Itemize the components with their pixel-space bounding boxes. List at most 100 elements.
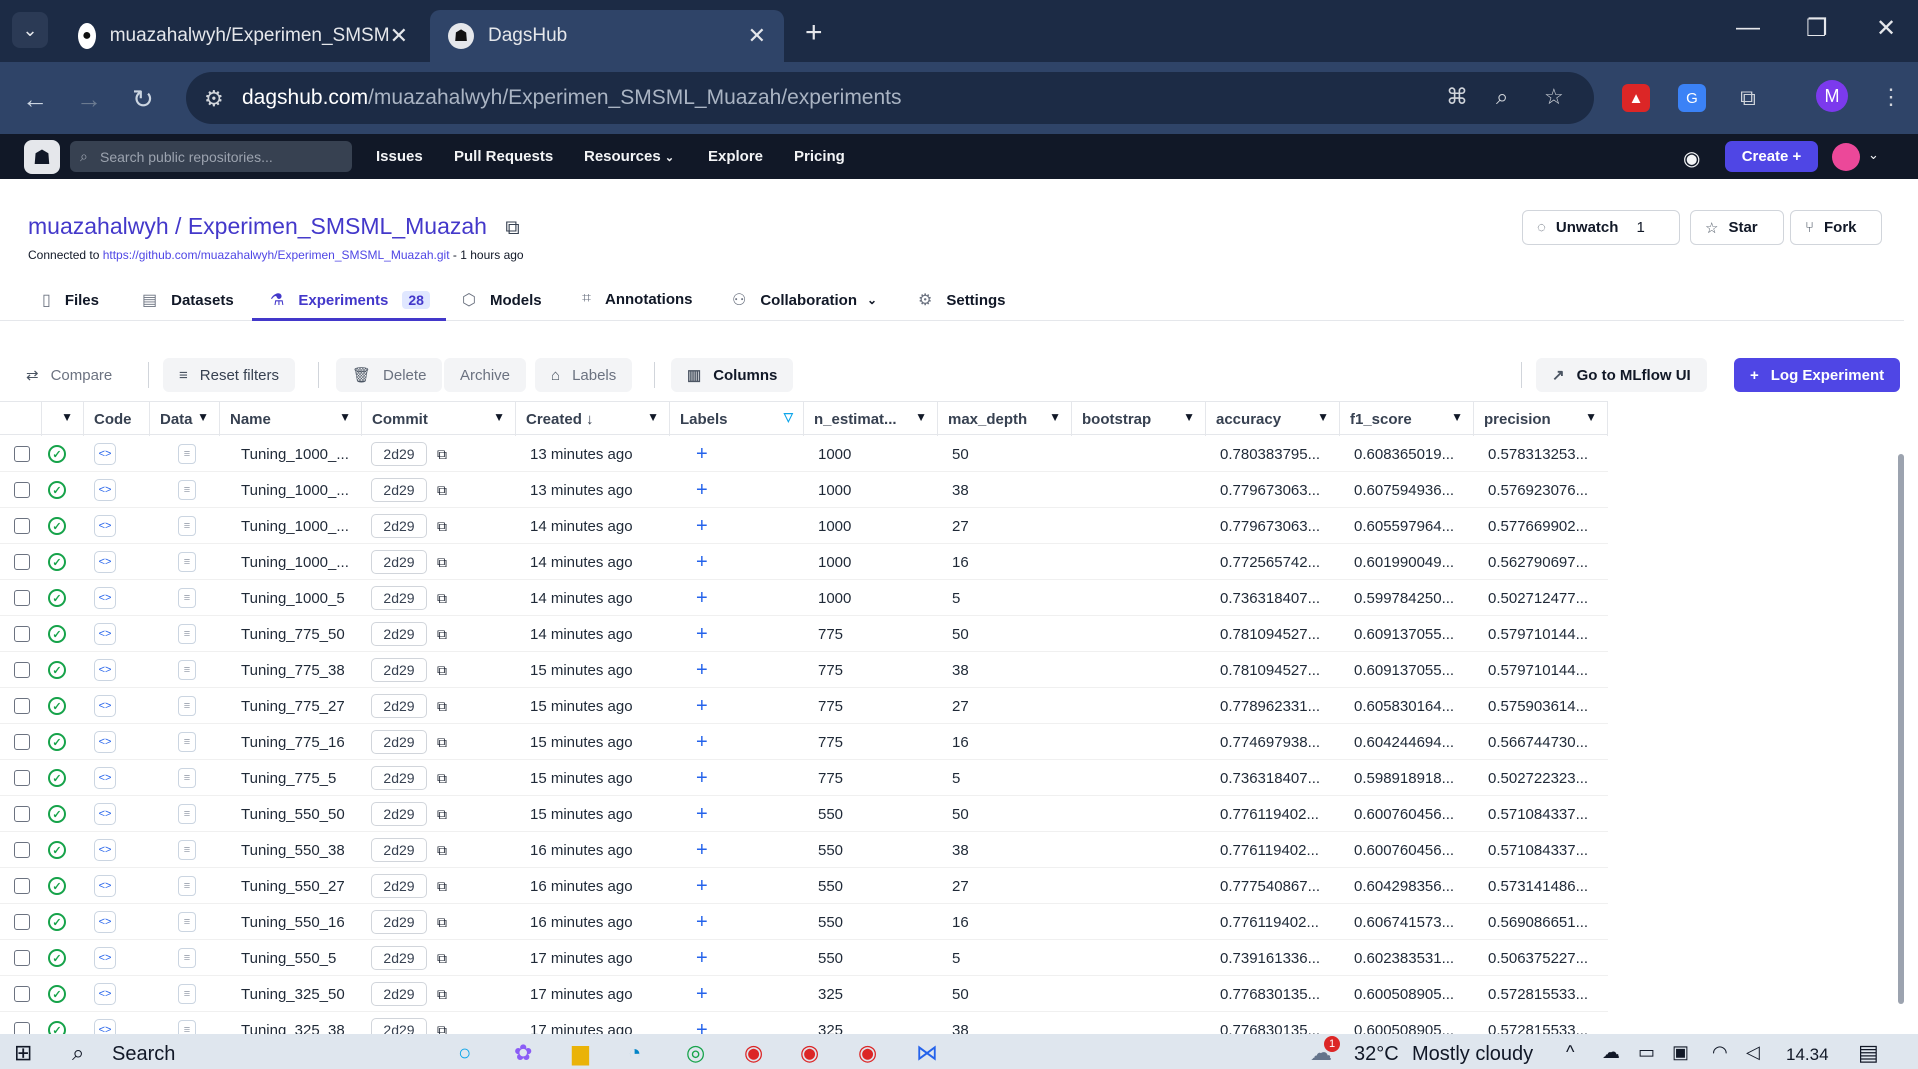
checkbox[interactable] [14, 806, 30, 822]
row-add-label[interactable]: + [696, 904, 708, 940]
table-row[interactable]: ✓ <> ≡ Tuning_775_5 2d29 ⧉ 15 minutes ago +775 5… [0, 760, 1608, 796]
database-icon[interactable]: ≡ [178, 948, 196, 968]
row-code[interactable]: <> [94, 436, 116, 472]
table-row[interactable]: ✓ <> ≡ Tuning_775_16 2d29 ⧉ 15 minutes ago +775… [0, 724, 1608, 760]
row-add-label[interactable]: + [696, 508, 708, 544]
row-code[interactable]: <> [94, 580, 116, 616]
chrome-icon[interactable]: ◉ [744, 1040, 763, 1066]
filter-icon[interactable]: ▼ [197, 410, 209, 424]
row-add-label[interactable]: + [696, 436, 708, 472]
row-name[interactable]: Tuning_1000_... [241, 436, 349, 472]
row-commit[interactable]: 2d29 ⧉ [371, 580, 447, 616]
row-code[interactable]: <> [94, 616, 116, 652]
row-data[interactable]: ≡ [178, 616, 196, 652]
plus-icon[interactable]: + [696, 839, 708, 862]
row-commit[interactable]: 2d29 ⧉ [371, 832, 447, 868]
header-bootstrap[interactable]: bootstrap ▼ [1072, 402, 1206, 436]
row-name[interactable]: Tuning_775_27 [241, 688, 345, 724]
filter-icon[interactable]: ▼ [647, 410, 659, 424]
row-commit[interactable]: 2d29 ⧉ [371, 760, 447, 796]
row-name[interactable]: Tuning_550_16 [241, 904, 345, 940]
commit-badge[interactable]: 2d29 [371, 766, 427, 790]
copy-icon[interactable]: ⧉ [437, 698, 447, 715]
tab-collaboration[interactable]: ⚇ Collaboration ⌄ [732, 290, 877, 310]
row-data[interactable]: ≡ [178, 652, 196, 688]
browser-tab-github[interactable]: ● muazahalwyh/Experimen_SMSM ✕ [60, 10, 426, 62]
restore-icon[interactable]: ❐ [1806, 14, 1828, 43]
windows-start-icon[interactable]: ⊞ [14, 1040, 32, 1066]
copy-icon[interactable]: ⧉ [437, 878, 447, 895]
row-code[interactable]: <> [94, 724, 116, 760]
nav-explore[interactable]: Explore [708, 148, 763, 165]
plus-icon[interactable]: + [696, 875, 708, 898]
unwatch-button[interactable]: ◌ Unwatch 1 [1522, 210, 1680, 245]
log-experiment-button[interactable]: + Log Experiment [1734, 358, 1901, 392]
chevron-up-icon[interactable]: ^ [1566, 1042, 1574, 1063]
tab-annotations[interactable]: ⌗ Annotations [582, 290, 693, 308]
copy-icon[interactable]: ⧉ [437, 806, 447, 823]
row-data[interactable]: ≡ [178, 760, 196, 796]
labels-button[interactable]: ⌂ Labels [535, 358, 633, 392]
row-code[interactable]: <> [94, 652, 116, 688]
code-icon[interactable]: <> [94, 767, 116, 789]
row-commit[interactable]: 2d29 ⧉ [371, 652, 447, 688]
commit-badge[interactable]: 2d29 [371, 586, 427, 610]
row-code[interactable]: <> [94, 904, 116, 940]
weather-description[interactable]: Mostly cloudy [1412, 1043, 1533, 1066]
browser-tab-dagshub[interactable]: ☗ DagsHub ✕ [430, 10, 784, 62]
checkbox[interactable] [14, 698, 30, 714]
row-code[interactable]: <> [94, 544, 116, 580]
row-commit[interactable]: 2d29 ⧉ [371, 976, 447, 1012]
copy-icon[interactable]: ⧉ [437, 554, 447, 571]
filter-icon[interactable]: ▽ [784, 410, 793, 424]
header-status[interactable]: ▼ [42, 402, 84, 436]
table-row[interactable]: ✓ <> ≡ Tuning_325_50 2d29 ⧉ 17 minutes ago +325… [0, 976, 1608, 1012]
row-code[interactable]: <> [94, 940, 116, 976]
checkbox[interactable] [14, 662, 30, 678]
table-row[interactable]: ✓ <> ≡ Tuning_550_27 2d29 ⧉ 16 minutes ago +550… [0, 868, 1608, 904]
table-row[interactable]: ✓ <> ≡ Tuning_775_50 2d29 ⧉ 14 minutes ago +775… [0, 616, 1608, 652]
checkbox[interactable] [14, 626, 30, 642]
volume-icon[interactable]: ◁ [1746, 1042, 1760, 1063]
row-add-label[interactable]: + [696, 868, 708, 904]
header-max-depth[interactable]: max_depth ▼ [938, 402, 1072, 436]
row-code[interactable]: <> [94, 472, 116, 508]
code-icon[interactable]: <> [94, 911, 116, 933]
commit-badge[interactable]: 2d29 [371, 478, 427, 502]
window-close-icon[interactable]: ✕ [1876, 14, 1896, 43]
code-icon[interactable]: <> [94, 839, 116, 861]
code-icon[interactable]: <> [94, 983, 116, 1005]
table-row[interactable]: ✓ <> ≡ Tuning_1000_... 2d29 ⧉ 13 minutes ago +1… [0, 436, 1608, 472]
database-icon[interactable]: ≡ [178, 876, 196, 896]
row-data[interactable]: ≡ [178, 796, 196, 832]
row-code[interactable]: <> [94, 796, 116, 832]
row-name[interactable]: Tuning_775_5 [241, 760, 336, 796]
filter-icon[interactable]: ▼ [1585, 410, 1597, 424]
database-icon[interactable]: ≡ [178, 444, 196, 464]
delete-button[interactable]: 🗑 Delete [336, 358, 443, 392]
row-name[interactable]: Tuning_1000_... [241, 544, 349, 580]
taskbar-search-label[interactable]: Search [112, 1043, 175, 1066]
code-icon[interactable]: <> [94, 443, 116, 465]
commit-badge[interactable]: 2d29 [371, 622, 427, 646]
database-icon[interactable]: ≡ [178, 660, 196, 680]
row-name[interactable]: Tuning_1000_5 [241, 580, 345, 616]
checkbox[interactable] [14, 950, 30, 966]
row-commit[interactable]: 2d29 ⧉ [371, 904, 447, 940]
reset-filters-button[interactable]: ≡ Reset filters [163, 358, 295, 392]
nav-issues[interactable]: Issues [376, 148, 423, 165]
code-icon[interactable]: <> [94, 479, 116, 501]
row-commit[interactable]: 2d29 ⧉ [371, 616, 447, 652]
copy-icon[interactable]: ⧉ [437, 626, 447, 643]
notifications-icon[interactable]: ▤ [1858, 1040, 1879, 1066]
nav-pricing[interactable]: Pricing [794, 148, 845, 165]
commit-badge[interactable]: 2d29 [371, 514, 427, 538]
commit-badge[interactable]: 2d29 [371, 802, 427, 826]
row-commit[interactable]: 2d29 ⧉ [371, 508, 447, 544]
reload-icon[interactable]: ↻ [132, 84, 154, 115]
row-code[interactable]: <> [94, 508, 116, 544]
row-data[interactable]: ≡ [178, 724, 196, 760]
weather-temperature[interactable]: 32°C [1354, 1043, 1399, 1066]
tab-search-chevron-icon[interactable]: ⌄ [12, 12, 48, 48]
database-icon[interactable]: ≡ [178, 552, 196, 572]
